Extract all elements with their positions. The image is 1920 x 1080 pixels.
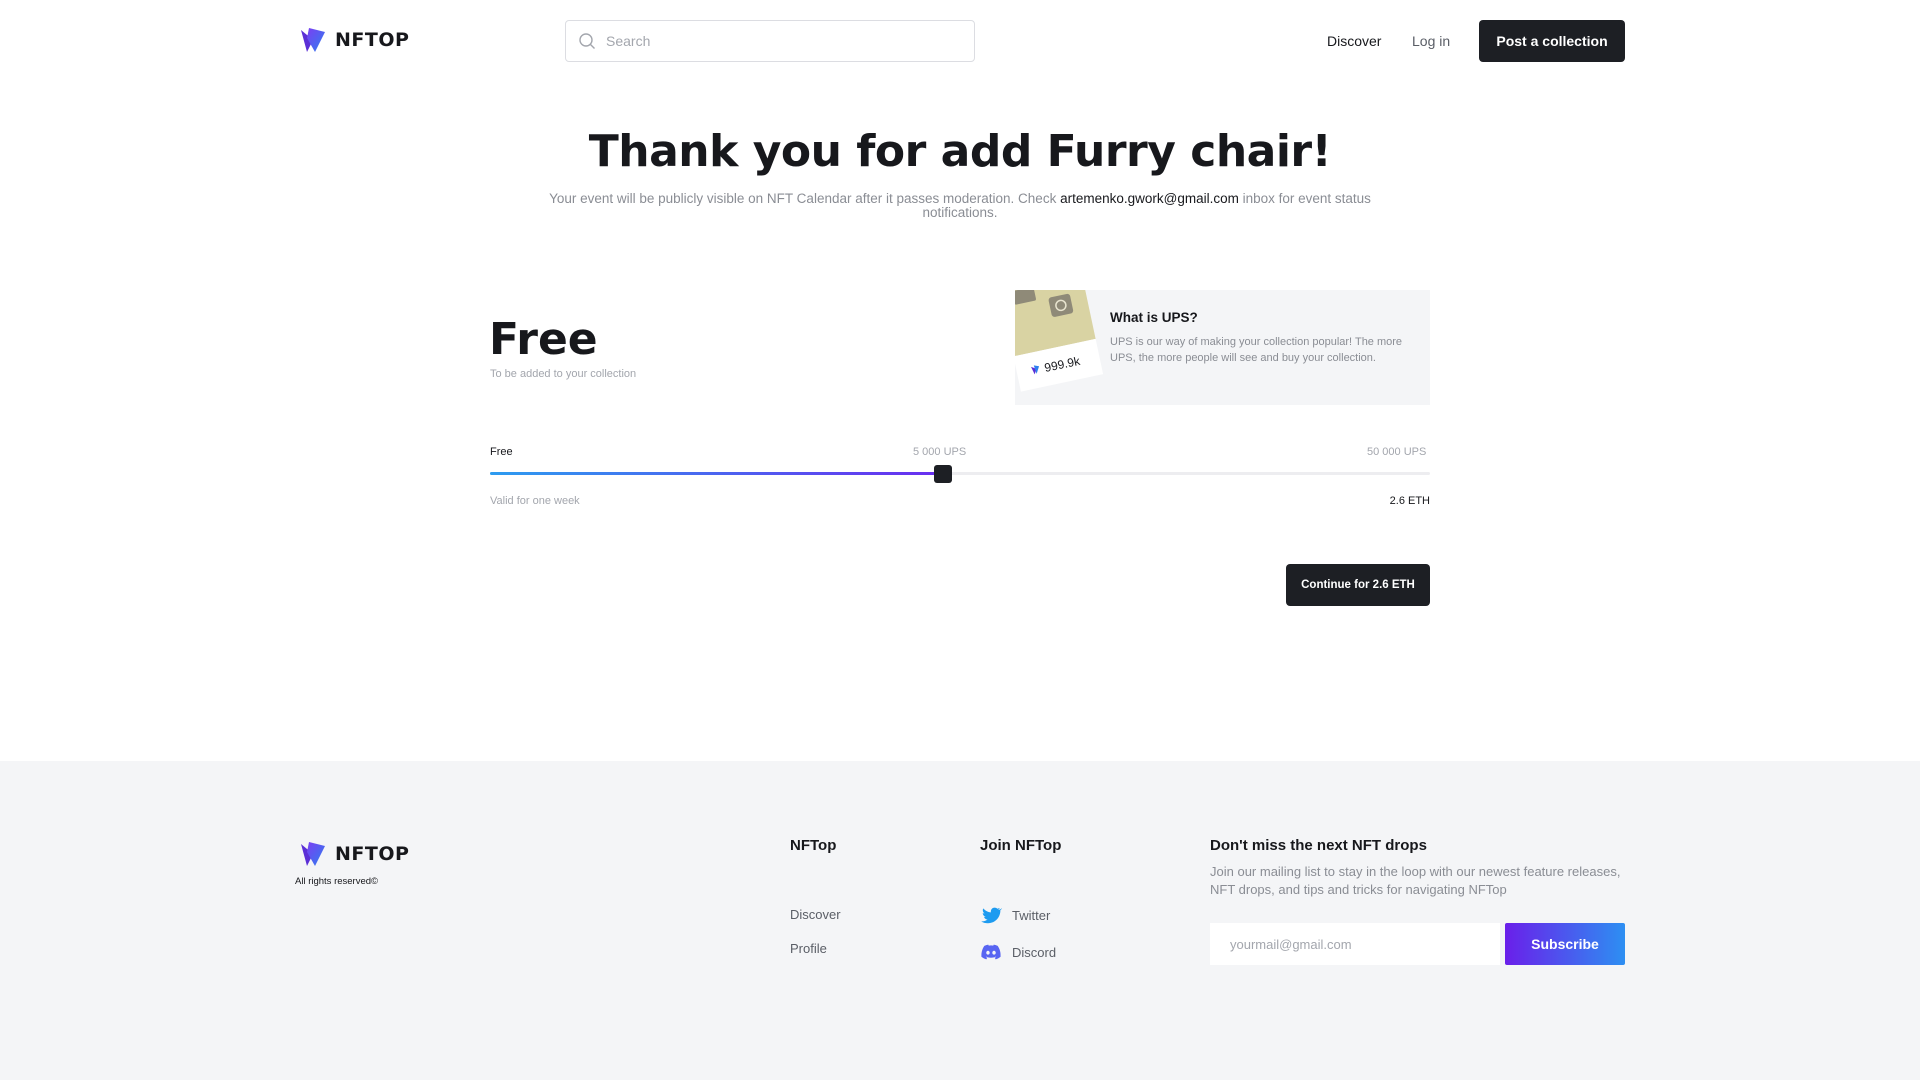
footer-twitter-link[interactable]: Twitter [980,904,1050,926]
footer-profile-link[interactable]: Profile [790,941,827,956]
slider-label-mid: 5 000 UPS [913,446,967,458]
page-footer: NFTOP All rights reserved© NFTop Discove… [0,761,1920,1080]
ups-stat-value: 999.9k [1043,353,1082,375]
search-box[interactable] [565,20,975,62]
ups-bolt-icon [1031,365,1040,375]
top-header: NFTOP Discover Log in Post a collection [0,0,1920,82]
page-title: Thank you for add Furry chair! [588,126,1332,177]
ups-info-text: UPS is our way of making your collection… [1110,336,1403,364]
footer-brand-logo[interactable]: NFTOP [299,840,409,868]
slider-label-min: Free [490,446,513,458]
continue-button[interactable]: Continue for 2.6 ETH [1286,564,1430,606]
price-value: 2.6 ETH [1389,495,1430,507]
discord-label: Discord [1012,944,1057,960]
nftop-logo-icon [301,842,325,866]
subtitle-text-before: Your event will be publicly visible on N… [549,191,1061,206]
page-subtitle: Your event will be publicly visible on N… [520,192,1400,220]
subscribe-button[interactable]: Subscribe [1505,923,1625,965]
brand-name: NFTOP [335,29,410,51]
footer-discord-link[interactable]: Discord [980,941,1056,963]
footer-col-join-title: Join NFTop [980,837,1062,854]
twitter-icon [981,907,1002,924]
newsletter-email-input[interactable] [1210,923,1500,965]
copyright-text: All rights reserved© [295,876,379,887]
nav-discover-link[interactable]: Discover [1327,33,1381,49]
discord-icon [981,944,1001,960]
ups-info-title: What is UPS? [1110,310,1198,325]
footer-col-nftop-title: NFTop [790,837,837,854]
plan-description: To be added to your collection [490,368,637,380]
nft-thumbnail: 999.9k [1015,290,1104,394]
search-input[interactable] [606,33,966,49]
newsletter-title: Don't miss the next NFT drops [1210,837,1427,854]
slider-label-max: 50 000 UPS [1367,446,1427,458]
ups-slider[interactable] [490,465,1430,483]
slider-fill [490,472,944,475]
user-email: artemenko.gwork@gmail.com [1060,191,1239,206]
plan-title: Free [489,314,598,365]
post-collection-button[interactable]: Post a collection [1479,20,1625,62]
footer-brand-name: NFTOP [335,843,410,865]
nftop-logo-icon [301,28,325,52]
footer-discover-link[interactable]: Discover [790,907,841,922]
twitter-label: Twitter [1012,907,1051,923]
slider-handle[interactable] [934,465,953,483]
validity-text: Valid for one week [490,495,580,507]
brand-logo[interactable]: NFTOP [299,26,409,54]
nav-login-link[interactable]: Log in [1412,33,1450,49]
search-icon [579,33,595,49]
newsletter-text: Join our mailing list to stay in the loo… [1210,864,1621,897]
